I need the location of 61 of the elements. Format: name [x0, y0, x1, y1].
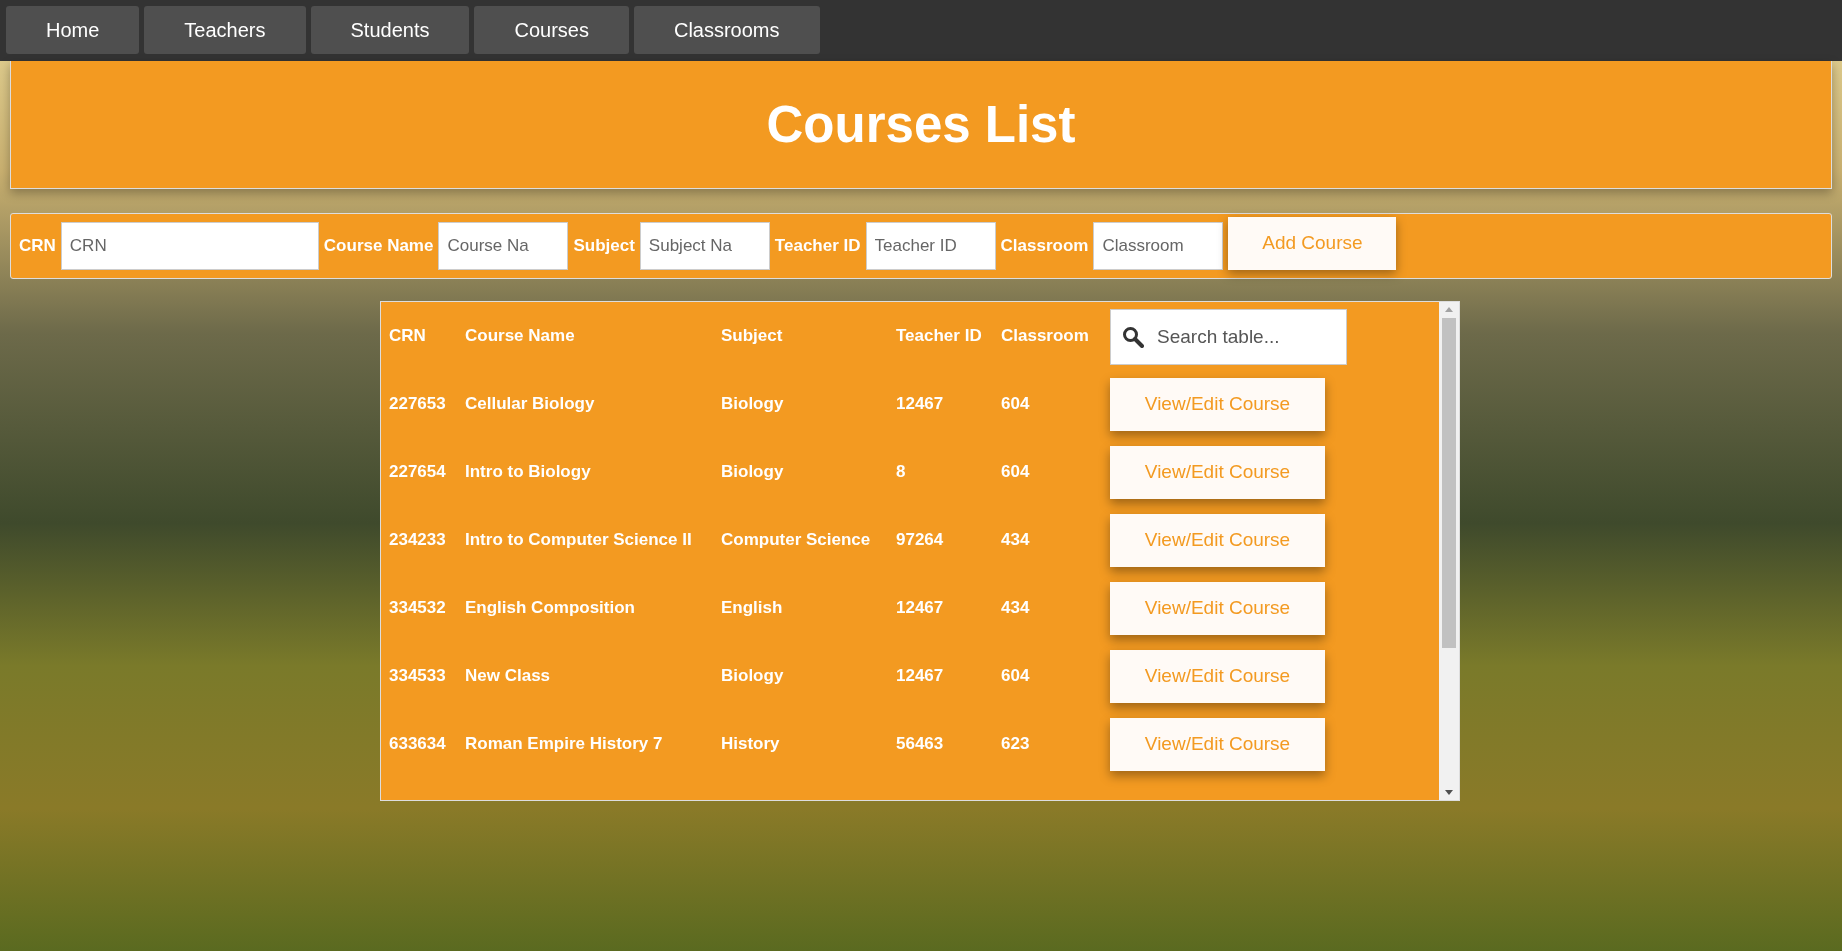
text-field[interactable]: Teacher ID — [865, 222, 996, 270]
table-cell-text: 227653 — [389, 394, 447, 414]
view-edit-button[interactable]: View/Edit Course — [1110, 377, 1325, 431]
table-cell-text: Computer Science — [721, 530, 872, 550]
table-cell-text: English Composition — [465, 598, 636, 618]
table-cell-text: 97264 — [896, 530, 945, 550]
text-field[interactable]: Subject Na — [639, 222, 770, 270]
search-field[interactable]: Search table... — [1110, 309, 1347, 365]
text-field[interactable]: Classroom — [1093, 222, 1224, 270]
view-edit-button[interactable]: View/Edit Course — [1110, 581, 1325, 635]
scrollbar[interactable] — [1439, 302, 1459, 800]
table-cell-text: History — [721, 734, 781, 754]
table-cell-text: 623 — [1001, 734, 1031, 754]
field-label: CRN — [19, 236, 56, 256]
table-cell-text: 12467 — [896, 598, 945, 618]
nav-tab[interactable]: Classrooms — [633, 6, 820, 54]
nav-tab[interactable]: Home — [6, 6, 140, 54]
nav-tab[interactable]: Teachers — [144, 6, 306, 54]
table-cell-text: 604 — [1001, 666, 1031, 686]
table-cell-text: Biology — [721, 462, 785, 482]
field-label: Teacher ID — [774, 236, 861, 256]
table-cell-text: 56463 — [896, 734, 945, 754]
nav-tab[interactable]: Courses — [474, 6, 629, 54]
table-cell-text: 12467 — [896, 666, 945, 686]
table-cell-text: Roman Empire History 7 — [465, 734, 664, 754]
view-edit-button[interactable]: View/Edit Course — [1110, 513, 1325, 567]
column-header: Teacher ID — [896, 326, 983, 346]
search-icon — [1122, 326, 1144, 348]
table-cell-text: 434 — [1001, 598, 1031, 618]
table-cell-text: Biology — [721, 394, 785, 414]
view-edit-button[interactable]: View/Edit Course — [1110, 649, 1325, 703]
table-cell-text: 234233 — [389, 530, 447, 550]
column-header: Classroom — [1001, 326, 1090, 346]
column-header: CRN — [389, 326, 427, 346]
page-title: Courses List — [766, 95, 1076, 154]
table-cell-text: Biology — [721, 666, 785, 686]
column-header: Course Name — [465, 326, 576, 346]
table-cell-text: Cellular Biology — [465, 394, 596, 414]
table-cell-text: 604 — [1001, 462, 1031, 482]
view-edit-button[interactable]: View/Edit Course — [1110, 717, 1325, 771]
table-cell-text: Intro to Computer Science II — [465, 530, 693, 550]
table-cell-text: 227654 — [389, 462, 447, 482]
text-field[interactable]: Course Na — [438, 222, 569, 270]
view-edit-button[interactable]: View/Edit Course — [1110, 445, 1325, 499]
table-cell-text: New Class — [465, 666, 552, 686]
nav-tab[interactable]: Students — [310, 6, 470, 54]
column-header: Subject — [721, 326, 784, 346]
table-cell-text: 434 — [1001, 530, 1031, 550]
table-cell-text: 633634 — [389, 734, 447, 754]
table-cell-text: 12467 — [896, 394, 945, 414]
table-cell-text: 8 — [896, 462, 907, 482]
text-field[interactable]: CRN — [60, 222, 319, 270]
add-course-button[interactable]: Add Course — [1228, 216, 1397, 270]
field-label: Course Name — [323, 236, 434, 256]
table-cell-text: English — [721, 598, 784, 618]
table-cell-text: 334533 — [389, 666, 447, 686]
table-cell-text: Intro to Biology — [465, 462, 592, 482]
field-label: Classroom — [1000, 236, 1089, 256]
field-label: Subject — [573, 236, 635, 256]
table-cell-text: 334532 — [389, 598, 447, 618]
table-cell-text: 604 — [1001, 394, 1031, 414]
